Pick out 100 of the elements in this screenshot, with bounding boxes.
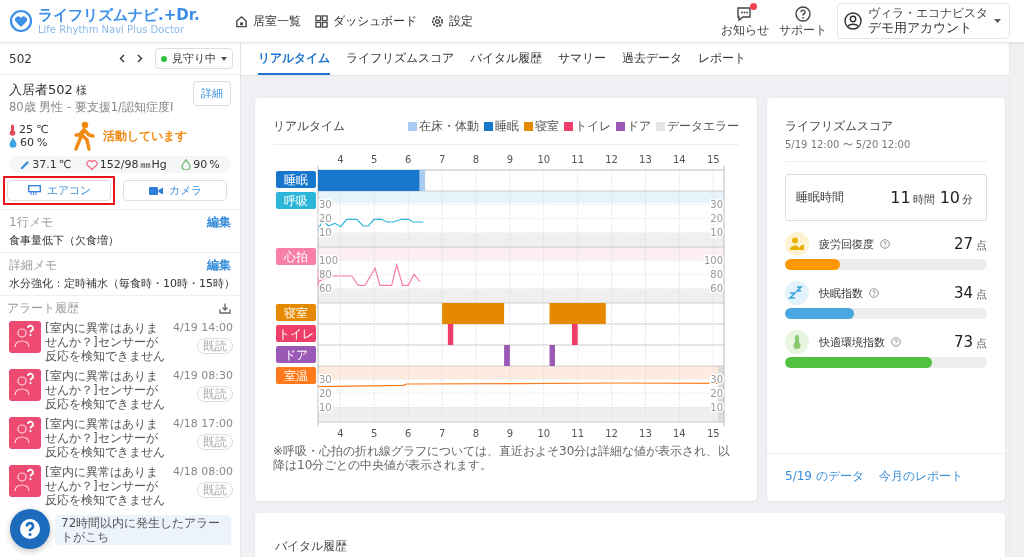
scrollbar[interactable] (1009, 43, 1024, 557)
axis-label: 7 (438, 154, 446, 165)
axis-label: 5 (371, 428, 378, 439)
tick-label: 10 (710, 227, 723, 239)
axis-label: 13 (639, 154, 652, 165)
previous-icon[interactable] (119, 54, 125, 63)
alert-item[interactable]: [室内に異常はありませんか？]センサーが反応を検知できません 4/18 08:00 既読 (7, 464, 231, 509)
timeline-bar (504, 345, 510, 366)
detail-button[interactable]: 詳細 (193, 81, 231, 106)
row-label: 呼吸 (276, 192, 316, 209)
tab[interactable]: サマリー (558, 43, 606, 75)
axis-label: 6 (405, 154, 412, 165)
app-logo-name: ライフリズムナビ.+Dr. (38, 6, 200, 24)
air-conditioner-icon (27, 185, 41, 196)
axis-label: 8 (472, 428, 480, 439)
row-label: 睡眠 (276, 171, 316, 188)
vital-unit: % (209, 158, 220, 171)
room-temperature: 25 (19, 123, 33, 136)
tick-label: 20 (710, 213, 723, 225)
resident-name: 入居者502 (9, 81, 73, 99)
footer-link[interactable]: 今月のレポート (878, 468, 963, 485)
tick-label: 80 (710, 269, 723, 281)
footer-link[interactable]: 5/19 のデータ (785, 468, 864, 485)
status-dropdown[interactable]: 見守り中 (155, 48, 233, 69)
minutes-unit: 分 (962, 192, 973, 207)
axis-label: 10 (537, 154, 551, 165)
score-value: 73 (953, 333, 973, 351)
alert-item[interactable]: [室内に異常はありませんか？]センサーが反応を検知できません 4/19 08:30 既読 (7, 368, 231, 413)
device-button[interactable]: カメラ (123, 180, 227, 201)
sleep-time-label: 睡眠時間 (796, 189, 844, 206)
alert-item[interactable]: [室内に異常はありませんか？]センサーが反応を検知できません 4/18 17:00 既読 (7, 416, 231, 461)
water-drop-icon (9, 137, 17, 148)
timeline-bar (549, 345, 555, 366)
person-question-icon (9, 417, 41, 449)
legend-label: 寝室 (535, 118, 559, 135)
room-number: 502 (9, 51, 32, 66)
account-menu[interactable]: ヴィラ・エコナビスタ デモ用アカウント (837, 3, 1010, 39)
device-button[interactable]: エアコン (7, 180, 111, 201)
help-icon[interactable] (869, 288, 879, 298)
card-title: ライフリズムスコア (785, 118, 894, 135)
edit-link[interactable]: 編集 (207, 214, 231, 231)
axis-label: 4 (337, 428, 344, 439)
hours-value: 11 (890, 188, 911, 207)
axis-label: 14 (673, 428, 686, 439)
tick-label: 30 (319, 373, 332, 385)
nav-link[interactable]: 設定 (431, 12, 473, 30)
header-action-button[interactable]: サポート (779, 5, 827, 37)
tick-label: 10 (319, 227, 332, 239)
axis-label: 9 (506, 154, 514, 165)
vital-value: 37.1 (32, 158, 57, 171)
card-title: バイタル履歴 (275, 539, 347, 553)
tab[interactable]: ライフリズムスコア (346, 43, 454, 75)
nav-link[interactable]: ダッシュボード (315, 12, 417, 30)
download-icon[interactable] (219, 303, 231, 314)
memo-title: 1行メモ (9, 214, 53, 231)
sleep-zz-icon (785, 281, 809, 305)
legend-label: 在床・体動 (419, 118, 479, 135)
help-icon[interactable] (891, 337, 901, 347)
honorific: 様 (75, 83, 87, 98)
app-logo-tagline: Life Rhythm Navi Plus Doctor (38, 23, 186, 36)
vital-value: 90 (193, 158, 208, 171)
tick-label: 30 (319, 199, 332, 211)
alert-notice: 72時間以内に発生したアラートがこち (55, 515, 231, 545)
tab[interactable]: 過去データ (622, 43, 682, 75)
help-button[interactable] (10, 509, 50, 549)
minutes-value: 10 (939, 188, 960, 207)
oxygen-drop-icon (181, 159, 192, 170)
axis-label: 9 (506, 428, 514, 439)
axis-label: 6 (405, 428, 412, 439)
score-unit: 点 (976, 336, 987, 351)
vital-value: 152/98 (99, 158, 139, 171)
edit-link[interactable]: 編集 (207, 257, 231, 274)
tab[interactable]: レポート (698, 43, 746, 75)
memo-title: 詳細メモ (9, 257, 57, 274)
resident-profile: 80歳 男性 - 要支援1/認知症度I (9, 100, 174, 115)
score-label: 疲労回復度 (819, 236, 874, 252)
caret-icon (994, 19, 1001, 23)
header-action-button[interactable]: お知らせ (721, 5, 769, 37)
vital-unit: ㎜Hg (140, 157, 167, 172)
score-value: 27 (953, 235, 973, 253)
axis-label: 14 (673, 154, 686, 165)
score-label: 快適環境指数 (819, 334, 885, 350)
axis-label: 12 (605, 154, 618, 165)
temperature-unit: ℃ (36, 123, 49, 136)
alert-item[interactable]: [室内に異常はありませんか？]センサーが反応を検知できません 4/19 14:00 既読 (7, 320, 231, 365)
person-icon (785, 232, 809, 256)
tab[interactable]: バイタル履歴 (470, 43, 542, 75)
message-icon (736, 5, 754, 22)
tick-label: 20 (319, 387, 332, 399)
score-label: 快眠指数 (819, 285, 863, 301)
card-title: リアルタイム (273, 118, 345, 135)
tick-label: 60 (710, 283, 723, 295)
help-icon[interactable] (880, 239, 890, 249)
next-icon[interactable] (137, 54, 143, 63)
nav-link[interactable]: 居室一覧 (235, 12, 301, 30)
tick-label: 10 (319, 401, 332, 413)
axis-label: 4 (337, 154, 344, 165)
row-label: 室温 (276, 367, 316, 384)
row-label: トイレ (276, 325, 316, 342)
caret-icon (221, 56, 227, 61)
